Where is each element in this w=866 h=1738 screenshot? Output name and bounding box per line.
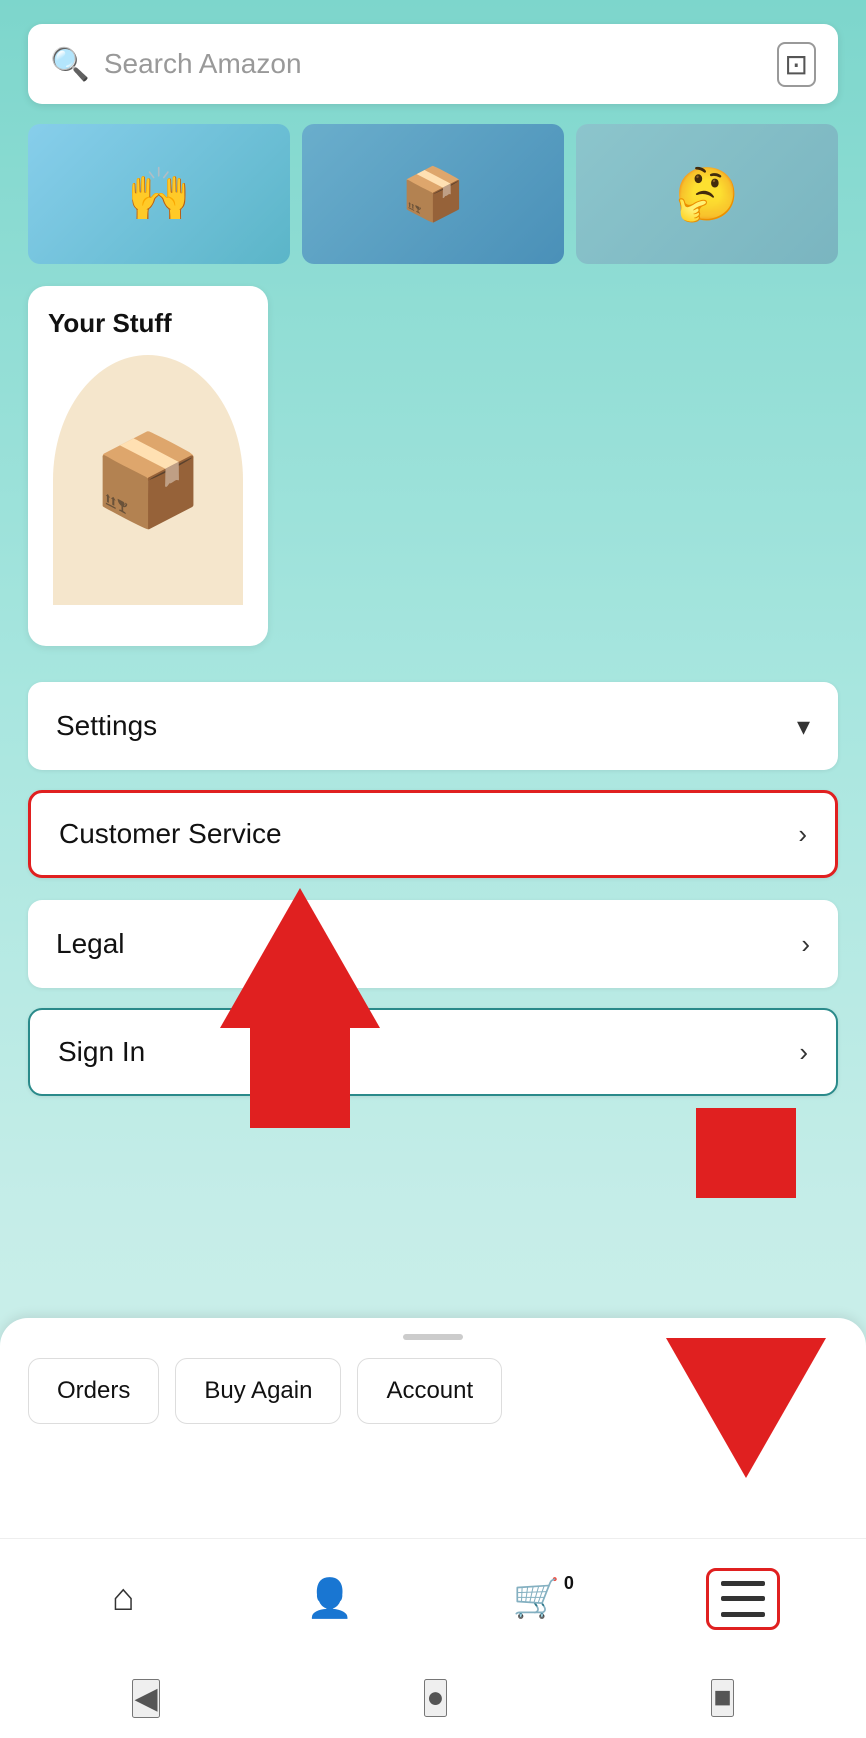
settings-chevron-icon: ▾ — [797, 711, 810, 742]
system-nav-bar: ◀ ● ■ — [0, 1658, 866, 1738]
product-image-1[interactable]: 🙌 — [28, 124, 290, 264]
settings-label: Settings — [56, 710, 797, 742]
product-image-2[interactable]: 📦 — [302, 124, 564, 264]
customer-service-menu-item[interactable]: Customer Service › — [28, 790, 838, 878]
sign-in-menu-item[interactable]: Sign In › — [28, 1008, 838, 1096]
product-images-row: 🙌 📦 🤔 — [0, 124, 866, 264]
nav-home[interactable]: ⌂ — [20, 1539, 227, 1658]
camera-search-icon[interactable]: ⊡ — [777, 42, 816, 87]
bottom-navigation: ⌂ 👤 🛒 0 — [0, 1538, 866, 1658]
back-button[interactable]: ◀ — [132, 1679, 159, 1718]
sheet-handle — [403, 1334, 463, 1340]
sign-in-chevron-icon: › — [799, 1037, 808, 1068]
legal-menu-item[interactable]: Legal › — [28, 900, 838, 988]
product-image-3[interactable]: 🤔 — [576, 124, 838, 264]
customer-service-chevron-icon: › — [798, 819, 807, 850]
cart-icon: 🛒 0 — [513, 1577, 560, 1621]
hamburger-menu-icon — [721, 1581, 765, 1617]
search-bar[interactable]: 🔍 Search Amazon ⊡ — [28, 24, 838, 104]
home-button[interactable]: ● — [424, 1679, 446, 1717]
search-input-placeholder[interactable]: Search Amazon — [104, 48, 777, 80]
sign-in-label: Sign In — [58, 1036, 799, 1068]
box-emoji: 📦 — [92, 428, 204, 533]
recents-button[interactable]: ■ — [711, 1679, 733, 1717]
account-button[interactable]: Account — [357, 1358, 502, 1424]
cart-badge: 0 — [564, 1573, 574, 1594]
home-icon: ⌂ — [112, 1577, 135, 1620]
your-stuff-title: Your Stuff — [48, 308, 172, 339]
search-icon: 🔍 — [50, 45, 90, 83]
menu-nav-box — [706, 1568, 780, 1630]
settings-menu-item[interactable]: Settings ▾ — [28, 682, 838, 770]
nav-menu[interactable] — [640, 1539, 847, 1658]
person-icon: 👤 — [306, 1577, 353, 1621]
legal-chevron-icon: › — [801, 929, 810, 960]
legal-label: Legal — [56, 928, 801, 960]
your-stuff-card[interactable]: Your Stuff 📦 — [28, 286, 268, 646]
box-illustration: 📦 — [53, 355, 243, 605]
orders-button[interactable]: Orders — [28, 1358, 159, 1424]
nav-cart[interactable]: 🛒 0 — [433, 1539, 640, 1658]
buy-again-button[interactable]: Buy Again — [175, 1358, 341, 1424]
customer-service-label: Customer Service — [59, 818, 798, 850]
annotation-arrow-down — [666, 1248, 826, 1478]
nav-profile[interactable]: 👤 — [227, 1539, 434, 1658]
